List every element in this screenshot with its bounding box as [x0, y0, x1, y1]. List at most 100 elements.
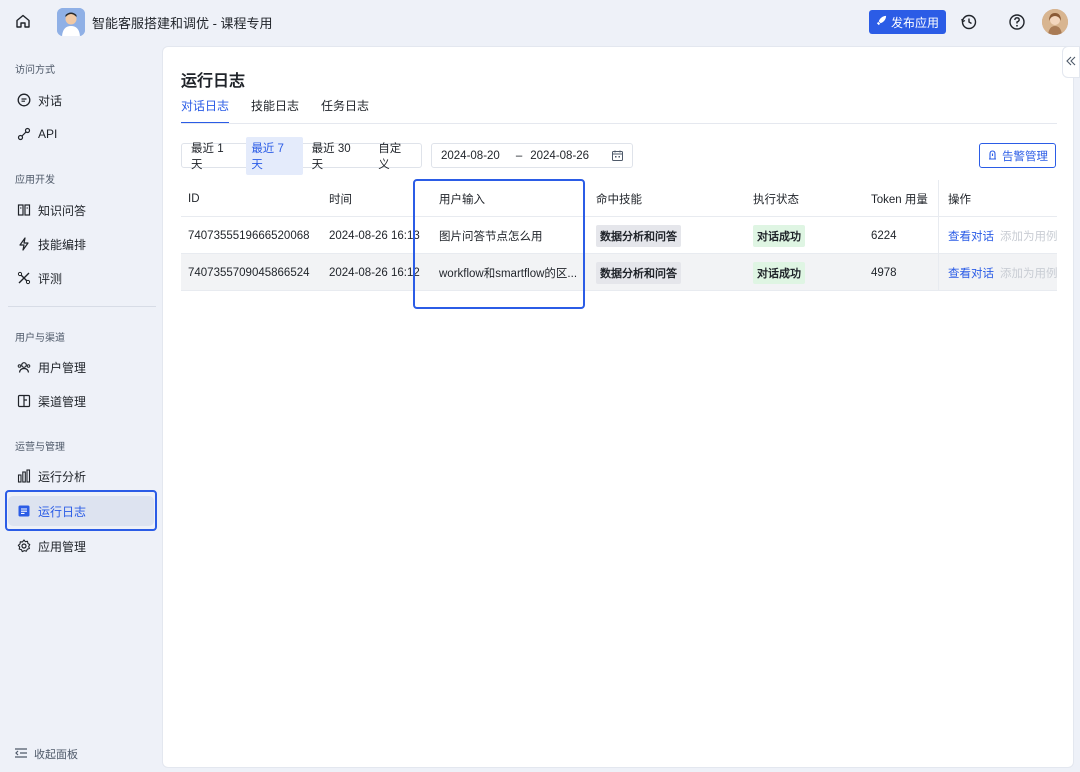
- help-icon[interactable]: [1008, 13, 1026, 31]
- section-label-dev: 应用开发: [15, 175, 55, 186]
- cell-token: 6224: [871, 229, 897, 242]
- sidebar-item-label: 用户管理: [38, 360, 87, 375]
- table-header: ID 时间 用户输入 命中技能 执行状态 Token 用量 操作: [181, 180, 1057, 217]
- col-actions: 操作: [938, 180, 1057, 217]
- tabs-divider: [181, 123, 1057, 124]
- cell-skill: 数据分析和问答: [596, 217, 736, 254]
- cell-id: 7407355709045866524: [188, 266, 310, 279]
- sidebar-item-api[interactable]: API: [8, 119, 154, 149]
- sidebar-item-run-analysis[interactable]: 运行分析: [8, 461, 154, 491]
- range-option-custom[interactable]: 自定义: [373, 137, 417, 175]
- users-icon: [16, 360, 31, 375]
- alarm-icon: [987, 149, 998, 163]
- alert-label: 告警管理: [1002, 150, 1048, 163]
- app-title: 智能客服搭建和调优 - 课程专用: [92, 16, 273, 31]
- date-range-picker[interactable]: 2024-08-20 – 2024-08-26: [431, 143, 633, 168]
- chat-icon: [16, 93, 31, 108]
- section-label-ops: 运营与管理: [15, 442, 65, 453]
- cell-status: 对话成功: [753, 217, 863, 254]
- col-token: Token 用量: [871, 193, 928, 206]
- sidebar-item-label: 运行分析: [38, 469, 87, 484]
- sidebar-item-label: 应用管理: [38, 539, 87, 554]
- skill-tag: 数据分析和问答: [596, 261, 681, 284]
- table-row[interactable]: 7407355709045866524 2024-08-26 16:12 wor…: [181, 254, 1057, 291]
- sidebar: 访问方式 对话 API 应用开发 知识问答 技能编排 评测 用户与渠道 用户管理…: [0, 44, 160, 772]
- view-chat-link[interactable]: 查看对话: [948, 228, 994, 244]
- evaluate-icon: [16, 271, 31, 286]
- log-table: ID 时间 用户输入 命中技能 执行状态 Token 用量 操作 7407355…: [181, 180, 1057, 291]
- history-icon[interactable]: [960, 13, 978, 31]
- rocket-icon: [876, 15, 887, 29]
- main-panel: 运行日志 对话日志 技能日志 任务日志 最近 1 天 最近 7 天 最近 30 …: [162, 46, 1074, 768]
- publish-label: 发布应用: [890, 15, 939, 30]
- double-chevron-left-icon: [1065, 55, 1077, 69]
- expand-panel-toggle[interactable]: [1062, 46, 1080, 78]
- section-label-access: 访问方式: [15, 65, 55, 76]
- date-start: 2024-08-20: [441, 149, 500, 162]
- log-icon: [16, 504, 31, 519]
- bolt-icon: [16, 237, 31, 252]
- add-test-case-link[interactable]: 添加为用例: [1000, 228, 1057, 244]
- user-avatar[interactable]: [1042, 9, 1068, 35]
- range-option-30d[interactable]: 最近 30 天: [307, 137, 370, 175]
- cell-id: 7407355519666520068: [188, 229, 310, 242]
- cell-actions: 查看对话 添加为用例: [938, 217, 1057, 254]
- sidebar-item-channel-management[interactable]: 渠道管理: [8, 386, 154, 416]
- collapse-label: 收起面板: [34, 749, 78, 761]
- cell-user-input: workflow和smartflow的区...: [439, 267, 578, 280]
- view-chat-link[interactable]: 查看对话: [948, 265, 994, 281]
- cell-status: 对话成功: [753, 254, 863, 291]
- range-option-7d[interactable]: 最近 7 天: [246, 136, 303, 175]
- table-row[interactable]: 7407355519666520068 2024-08-26 16:13 图片问…: [181, 217, 1057, 254]
- sidebar-item-app-management[interactable]: 应用管理: [8, 531, 154, 561]
- sidebar-item-label: 技能编排: [38, 237, 87, 252]
- sidebar-item-run-log[interactable]: 运行日志: [8, 496, 154, 526]
- bar-chart-icon: [16, 469, 31, 484]
- col-status: 执行状态: [753, 193, 799, 206]
- calendar-icon: [611, 149, 624, 162]
- time-range-selector: 最近 1 天 最近 7 天 最近 30 天 自定义: [181, 136, 422, 175]
- date-end: 2024-08-26: [530, 149, 590, 162]
- gear-icon: [16, 539, 31, 554]
- date-separator: –: [515, 149, 523, 162]
- cell-time: 2024-08-26 16:12: [329, 266, 420, 279]
- log-tabs: 对话日志 技能日志 任务日志: [181, 97, 369, 124]
- publish-button[interactable]: 发布应用: [869, 10, 946, 34]
- add-test-case-link[interactable]: 添加为用例: [1000, 265, 1057, 281]
- sidebar-item-knowledge-qa[interactable]: 知识问答: [8, 195, 154, 225]
- tab-task-log[interactable]: 任务日志: [321, 97, 369, 124]
- sidebar-item-label: API: [38, 127, 58, 141]
- cell-skill: 数据分析和问答: [596, 254, 736, 291]
- col-skill: 命中技能: [596, 193, 642, 206]
- col-user-input: 用户输入: [439, 193, 485, 206]
- col-time: 时间: [329, 193, 352, 206]
- channel-icon: [16, 394, 31, 409]
- range-option-1d[interactable]: 最近 1 天: [186, 137, 242, 175]
- status-badge: 对话成功: [753, 261, 805, 284]
- api-icon: [16, 127, 31, 142]
- alert-management-button[interactable]: 告警管理: [979, 143, 1056, 168]
- collapse-icon: [14, 747, 28, 762]
- sidebar-item-skill-orchestration[interactable]: 技能编排: [8, 229, 154, 259]
- sidebar-item-label: 渠道管理: [38, 394, 87, 409]
- page-title: 运行日志: [181, 73, 246, 90]
- tab-skill-log[interactable]: 技能日志: [251, 97, 299, 124]
- book-icon: [16, 203, 31, 218]
- sidebar-item-evaluate[interactable]: 评测: [8, 263, 154, 293]
- section-label-users: 用户与渠道: [15, 333, 65, 344]
- sidebar-item-label: 评测: [38, 271, 63, 286]
- tab-chat-log[interactable]: 对话日志: [181, 97, 230, 124]
- cell-time: 2024-08-26 16:13: [329, 229, 420, 242]
- cell-user-input: 图片问答节点怎么用: [439, 230, 543, 243]
- sidebar-item-chat[interactable]: 对话: [8, 85, 154, 115]
- sidebar-item-user-management[interactable]: 用户管理: [8, 352, 154, 382]
- cell-actions: 查看对话 添加为用例: [938, 254, 1057, 291]
- status-badge: 对话成功: [753, 224, 805, 247]
- col-id: ID: [188, 192, 200, 205]
- sidebar-item-label: 知识问答: [38, 203, 87, 218]
- cell-token: 4978: [871, 266, 897, 279]
- skill-tag: 数据分析和问答: [596, 224, 681, 247]
- top-bar: 智能客服搭建和调优 - 课程专用 发布应用: [0, 0, 1080, 44]
- collapse-panel-button[interactable]: 收起面板: [14, 746, 78, 762]
- home-icon[interactable]: [14, 12, 32, 30]
